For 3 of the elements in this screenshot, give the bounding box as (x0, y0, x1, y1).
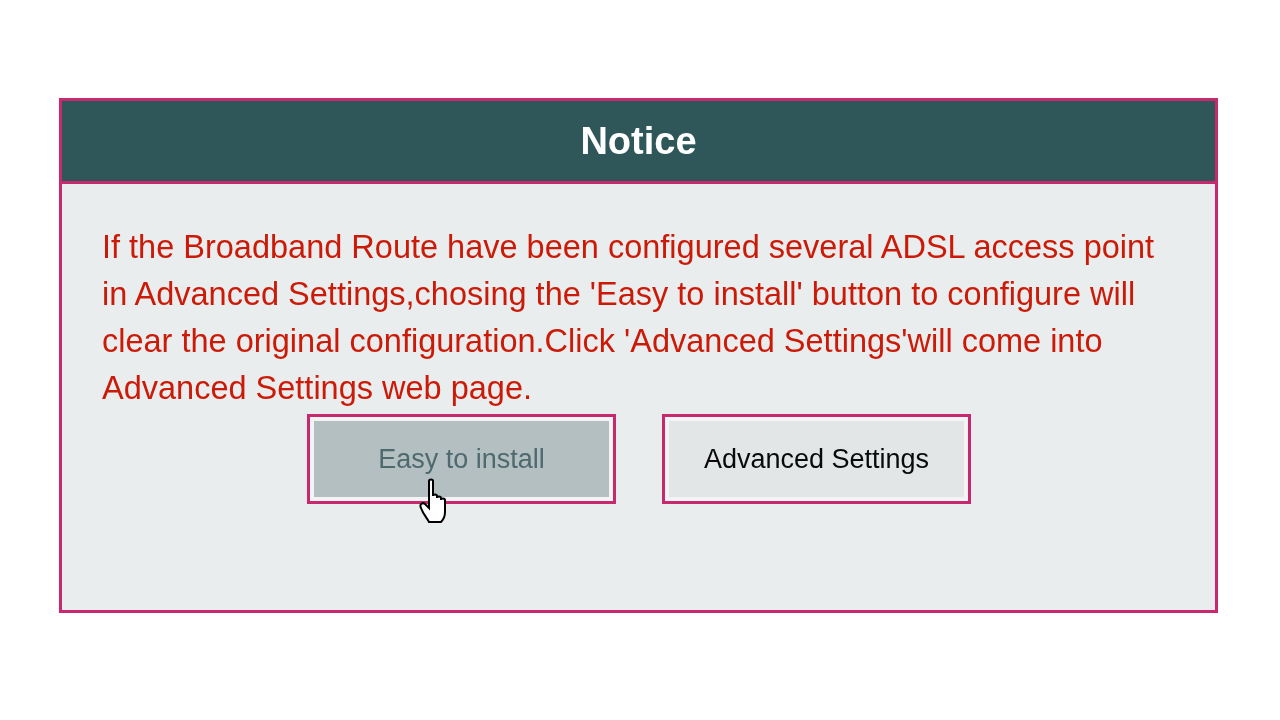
notice-message: If the Broadband Route have been configured several ADSL access point in Advanced Settings,chosing the 'Easy to install' button to configure will clear the original configuration.Click 'Advanced Settings'will come into Advanced Settings web page. (102, 228, 1156, 408)
dialog-button[interactable]: Advanced Settings (662, 414, 971, 504)
dialog-title: Notice (580, 119, 697, 163)
